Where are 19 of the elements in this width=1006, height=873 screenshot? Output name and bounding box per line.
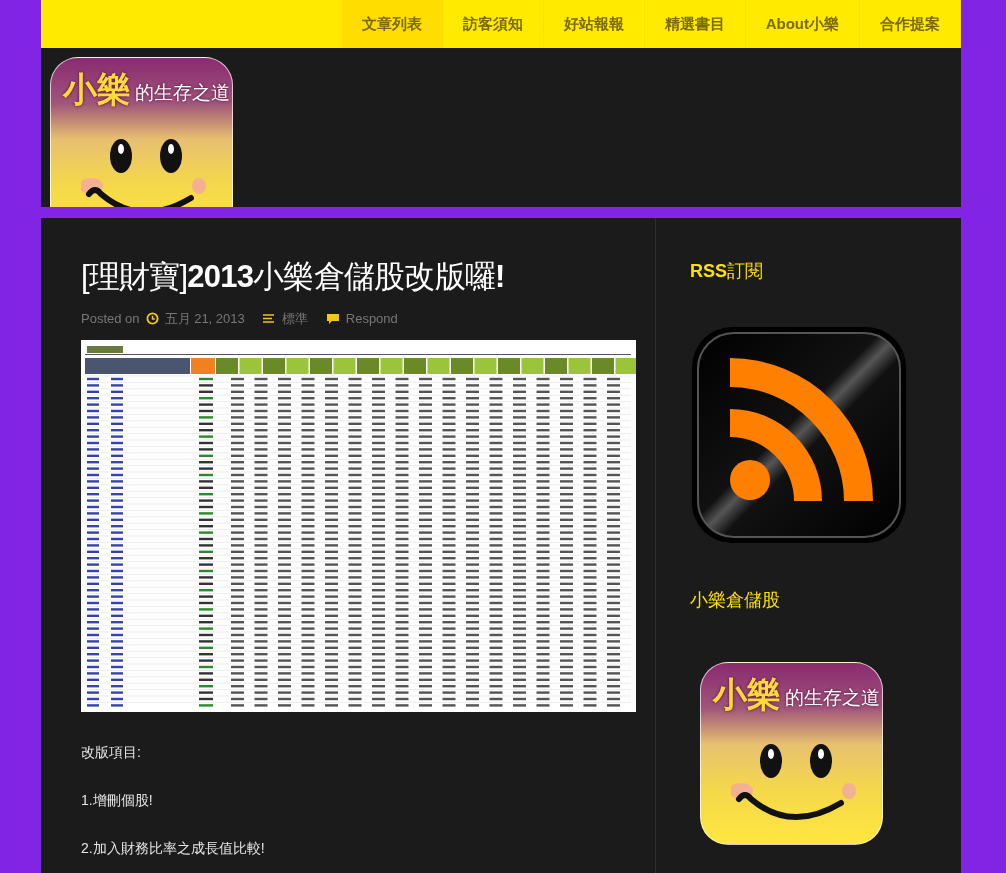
category-link[interactable]: 標準 (281, 308, 308, 329)
respond-link[interactable]: Respond (345, 308, 398, 329)
widget-title: RSS訂閱 (690, 260, 764, 283)
body-paragraph: 2.加入財務比率之成長值比較! (81, 839, 266, 859)
nav-link[interactable]: 文章列表 (341, 0, 443, 48)
post-title: [理財寶]2013小樂倉儲股改版囉! (81, 258, 506, 296)
lines-icon (262, 314, 274, 323)
speech-bubble-icon (325, 312, 340, 325)
posted-on-label: Posted on (81, 309, 140, 328)
post-date-link[interactable]: 五月 21, 2013 (164, 308, 245, 329)
logo-tagline: 的生存之道 (135, 83, 230, 105)
rss-icon[interactable] (690, 325, 908, 545)
clock-icon (145, 312, 159, 325)
logo-name: 小樂 (63, 72, 131, 106)
body-paragraph: 改版項目: (81, 743, 142, 763)
widget-title: 小樂倉儲股 (690, 589, 781, 612)
logo-name: 小樂 (713, 677, 781, 711)
logo-tagline: 的生存之道 (785, 688, 880, 710)
body-paragraph: 1.增刪個股! (81, 791, 154, 811)
